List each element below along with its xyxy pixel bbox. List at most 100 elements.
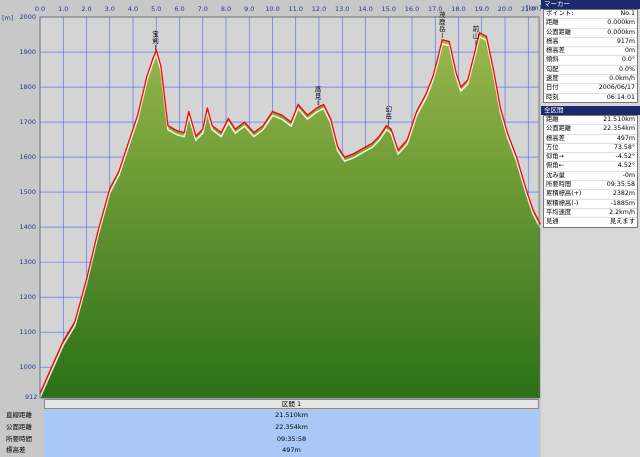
- data-point: [516, 156, 518, 158]
- data-point: [244, 121, 246, 123]
- x-tick-label: 14.0: [358, 5, 372, 13]
- data-point: [467, 79, 469, 81]
- data-point: [499, 107, 501, 109]
- data-point: [397, 149, 399, 151]
- info-row: 俯角← 4.52°: [544, 162, 637, 172]
- summary-label: 標高差: [0, 445, 44, 457]
- x-tick-label: 4.0: [128, 5, 138, 13]
- info-key: 俯角←: [546, 162, 564, 170]
- info-key: 公面距離: [546, 125, 572, 133]
- info-row: 標高 917m: [544, 38, 637, 48]
- info-value: No.1: [620, 10, 635, 17]
- info-value: 09:35:58: [606, 181, 635, 189]
- info-key: 沈み量: [546, 171, 565, 179]
- section-label: 区間 1: [281, 400, 302, 408]
- data-point: [474, 51, 476, 53]
- marker-panel-title: マーカー: [541, 0, 640, 9]
- y-tick-label: 1600: [19, 153, 36, 161]
- info-value: 0m: [624, 47, 635, 55]
- info-row: 距離 0.000km: [544, 19, 637, 29]
- x-tick-label: 15.0: [382, 5, 396, 13]
- info-row: 沈み量 -0m: [544, 171, 637, 182]
- data-point: [152, 58, 154, 60]
- info-row: 距離 21.510km: [544, 115, 637, 126]
- info-row: 方位 73.58°: [544, 144, 637, 154]
- x-unit-label: [km]: [526, 4, 541, 12]
- y-tick-label: 1800: [19, 83, 36, 91]
- data-point: [448, 40, 450, 43]
- y-tick-label: 1100: [19, 328, 36, 336]
- data-point: [97, 230, 99, 232]
- data-point: [220, 132, 222, 134]
- summary-label: 直線距離: [0, 410, 44, 422]
- x-tick-label: 9.0: [244, 5, 254, 13]
- data-point: [344, 156, 346, 158]
- data-point: [211, 125, 213, 127]
- info-row: ポイント: No.1: [544, 10, 637, 20]
- data-point: [432, 75, 434, 78]
- summary-label: 所要時間: [0, 433, 44, 446]
- data-point: [371, 142, 374, 144]
- info-key: 日付: [546, 84, 559, 92]
- y-tick-label: 2000: [19, 13, 36, 21]
- info-row: 標高差 0m: [544, 47, 637, 57]
- info-key: 標高差: [546, 47, 565, 55]
- data-point: [425, 93, 427, 95]
- info-row: 速度 0.0km/h: [544, 75, 637, 85]
- info-row: 勾配 0.0%: [544, 66, 637, 76]
- data-point: [146, 75, 148, 78]
- info-key: 距離: [546, 115, 559, 123]
- y-tick-label: 1300: [19, 258, 36, 266]
- info-key: 傾斜: [546, 56, 559, 64]
- data-point: [353, 153, 355, 155]
- data-point: [297, 103, 299, 106]
- y-tick-label: 1500: [19, 188, 36, 196]
- x-tick-label: 3.0: [105, 5, 115, 13]
- data-point: [234, 128, 236, 130]
- svg-text:岳: 岳: [439, 25, 446, 33]
- x-tick-label: 19.0: [475, 5, 489, 13]
- section-selector[interactable]: 区間 1: [44, 399, 539, 409]
- data-point: [455, 72, 457, 74]
- info-key: 距離: [546, 19, 559, 27]
- x-tick-label: 7.0: [198, 5, 208, 13]
- data-point: [167, 125, 169, 127]
- data-point: [206, 107, 208, 109]
- summary-row: 直線距離 21.510km: [0, 410, 541, 422]
- info-key: ポイント:: [546, 10, 574, 17]
- elevation-chart[interactable]: 宝剣高見幻岳茂鹿岳 前山 0.0 1.0 2.0 3.0 4.0 5.0 6.0 7.0 8.0 9…: [0, 0, 541, 399]
- data-point: [202, 128, 204, 130]
- info-row: 累積標高(+) 2382m: [544, 190, 637, 200]
- x-tick-label: 2.0: [81, 5, 91, 13]
- data-point: [160, 65, 162, 67]
- info-key: 所要時間: [546, 181, 572, 189]
- data-point: [127, 142, 129, 144]
- y-unit-label: [m]: [2, 14, 13, 22]
- info-sidebar: マーカー ポイント: No.1 距離 0.000km 公面距離 0.000km 標高 917m…: [541, 0, 640, 457]
- data-point: [390, 128, 392, 130]
- info-value: -1885m: [610, 199, 635, 207]
- summary-row: 公面距離 22.354km: [0, 421, 541, 434]
- svg-text:山: 山: [473, 31, 480, 40]
- info-key: 時刻: [546, 93, 559, 101]
- data-point: [323, 103, 325, 106]
- data-point: [330, 118, 332, 120]
- info-value: 0.0°: [621, 56, 635, 64]
- info-value: 2382m: [612, 190, 635, 198]
- info-key: 見通: [546, 218, 559, 226]
- info-value: 2006/06/17: [598, 84, 635, 92]
- info-row: 時刻 06:14:01: [544, 94, 637, 102]
- section-panel-title: 全区間: [541, 105, 640, 115]
- data-point: [253, 132, 255, 134]
- y-tick-label: 1700: [19, 118, 36, 126]
- info-value: 4.52°: [617, 162, 635, 170]
- data-point: [137, 114, 139, 116]
- info-row: 傾斜 0.0°: [544, 56, 637, 66]
- x-tick-label: 16.0: [405, 5, 419, 13]
- x-tick-label: 20.0: [498, 5, 512, 13]
- info-value: 0.0km/h: [609, 75, 635, 83]
- info-key: 累積標高(+): [546, 190, 581, 198]
- info-value: 見えます: [609, 218, 635, 226]
- info-value: 21.510km: [603, 115, 635, 123]
- data-point: [492, 68, 494, 71]
